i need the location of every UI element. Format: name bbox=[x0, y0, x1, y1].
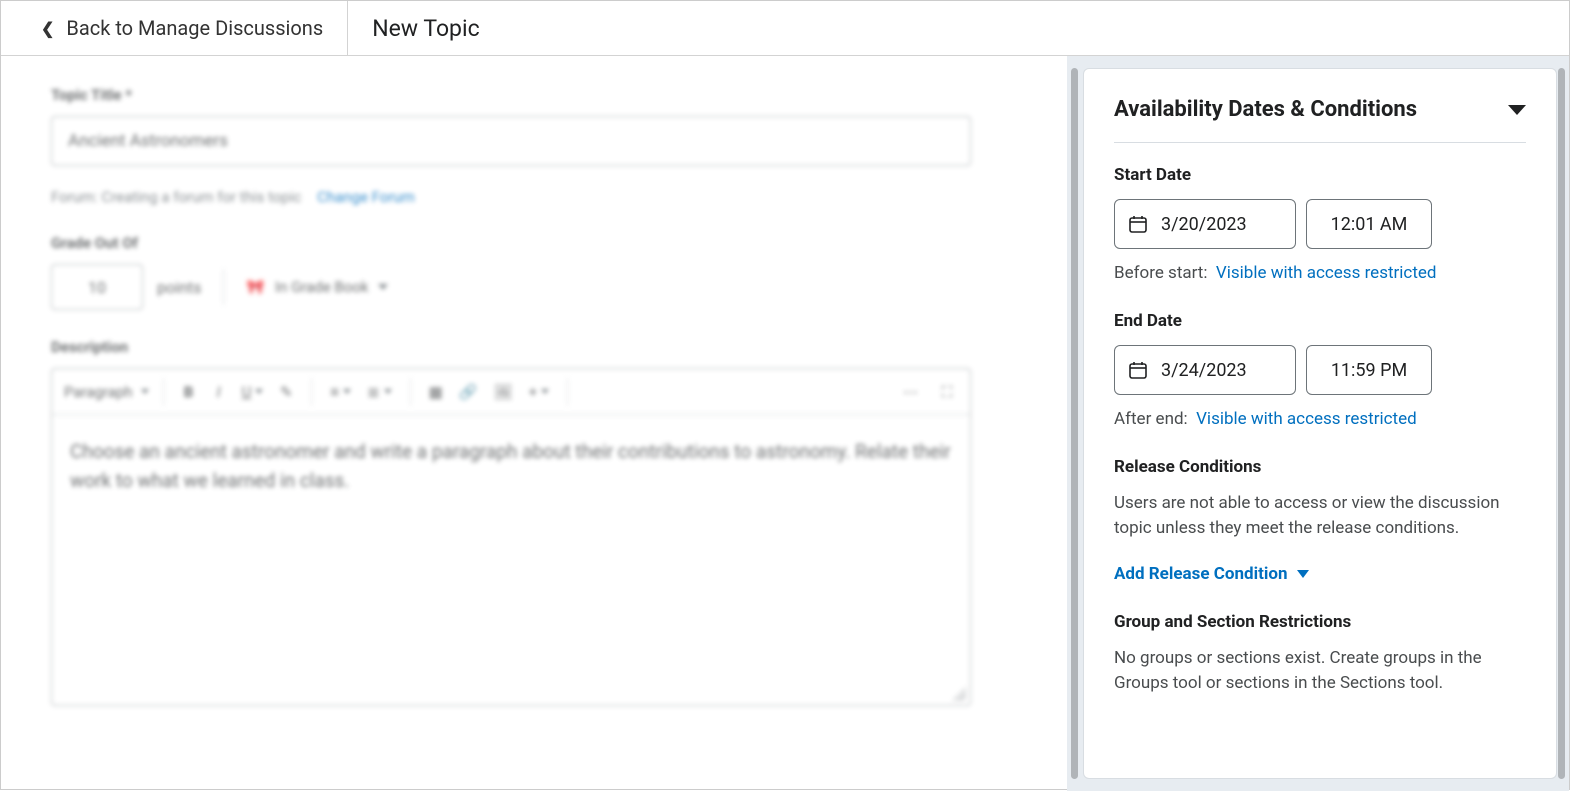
after-end-link[interactable]: Visible with access restricted bbox=[1196, 409, 1417, 429]
chevron-left-icon: ❮ bbox=[41, 19, 54, 38]
before-start-label: Before start: bbox=[1114, 263, 1207, 283]
release-conditions-heading: Release Conditions bbox=[1114, 457, 1526, 477]
separator bbox=[567, 378, 568, 406]
grade-label: Grade Out Of bbox=[51, 234, 1017, 252]
scrollbar[interactable] bbox=[1558, 68, 1565, 779]
page-body: Topic Title * Ancient Astronomers Forum:… bbox=[1, 56, 1569, 791]
add-release-condition-button[interactable]: Add Release Condition bbox=[1114, 564, 1526, 584]
after-end-status: After end: Visible with access restricte… bbox=[1114, 409, 1526, 429]
add-release-label: Add Release Condition bbox=[1114, 564, 1287, 584]
italic-button[interactable]: I bbox=[208, 380, 230, 404]
scrollbar[interactable] bbox=[1071, 68, 1078, 779]
insert-link-button[interactable]: 🔗 bbox=[455, 380, 482, 404]
before-start-status: Before start: Visible with access restri… bbox=[1114, 263, 1526, 283]
rich-text-editor: Paragraph B I U ✎ ≡ ≣ ▦ 🔗 🖼 + ⋯ ⛶ bbox=[51, 368, 971, 706]
bold-button[interactable]: B bbox=[178, 380, 200, 404]
resize-handle[interactable] bbox=[952, 687, 966, 701]
align-button[interactable]: ≡ bbox=[326, 380, 355, 404]
chevron-down-icon bbox=[541, 389, 549, 394]
after-end-label: After end: bbox=[1114, 409, 1188, 429]
before-start-link[interactable]: Visible with access restricted bbox=[1216, 263, 1437, 283]
divider bbox=[223, 269, 224, 305]
editor-body-text: Choose an ancient astronomer and write a… bbox=[70, 440, 951, 492]
group-restrictions-heading: Group and Section Restrictions bbox=[1114, 612, 1526, 632]
release-conditions-desc: Users are not able to access or view the… bbox=[1114, 491, 1526, 540]
forum-text: Forum: Creating a forum for this topic bbox=[51, 188, 301, 206]
end-time-value: 11:59 PM bbox=[1331, 360, 1407, 381]
end-date-input[interactable]: 3/24/2023 bbox=[1114, 345, 1296, 395]
chevron-down-icon bbox=[384, 389, 392, 394]
group-restrictions-desc: No groups or sections exist. Create grou… bbox=[1114, 646, 1526, 695]
end-date-label: End Date bbox=[1114, 311, 1526, 331]
separator bbox=[410, 378, 411, 406]
start-date-row: 3/20/2023 12:01 AM bbox=[1114, 199, 1526, 249]
chevron-down-icon bbox=[343, 389, 351, 394]
editor-toolbar: Paragraph B I U ✎ ≡ ≣ ▦ 🔗 🖼 + ⋯ ⛶ bbox=[52, 369, 970, 415]
topic-title-label: Topic Title * bbox=[51, 86, 1017, 104]
start-time-value: 12:01 AM bbox=[1331, 214, 1408, 235]
end-time-input[interactable]: 11:59 PM bbox=[1306, 345, 1432, 395]
start-date-value: 3/20/2023 bbox=[1161, 214, 1247, 235]
change-forum-link[interactable]: Change Forum bbox=[317, 188, 415, 206]
chevron-down-icon bbox=[378, 284, 388, 290]
separator bbox=[163, 378, 164, 406]
topic-title-value: Ancient Astronomers bbox=[68, 131, 228, 151]
insert-image-button[interactable]: 🖼 bbox=[490, 380, 517, 404]
right-rail: Availability Dates & Conditions Start Da… bbox=[1067, 56, 1569, 791]
main-form-area: Topic Title * Ancient Astronomers Forum:… bbox=[1, 56, 1067, 791]
start-time-input[interactable]: 12:01 AM bbox=[1306, 199, 1432, 249]
calendar-icon bbox=[1129, 361, 1147, 379]
chevron-down-icon bbox=[1508, 105, 1526, 115]
separator bbox=[311, 378, 312, 406]
fullscreen-button[interactable]: ⛶ bbox=[936, 380, 958, 404]
chevron-down-icon bbox=[1297, 570, 1309, 578]
paragraph-style-select[interactable]: Paragraph bbox=[64, 383, 149, 401]
end-date-row: 3/24/2023 11:59 PM bbox=[1114, 345, 1526, 395]
in-gradebook-dropdown[interactable]: 🎀 In Grade Book bbox=[246, 278, 388, 296]
underline-button[interactable]: U bbox=[238, 380, 268, 404]
chevron-down-icon bbox=[255, 389, 263, 394]
in-gradebook-label: In Grade Book bbox=[275, 278, 368, 296]
forum-line: Forum: Creating a forum for this topic C… bbox=[51, 188, 1017, 206]
back-link[interactable]: ❮ Back to Manage Discussions bbox=[1, 1, 348, 55]
topic-title-input[interactable]: Ancient Astronomers bbox=[51, 116, 971, 166]
ribbon-icon: 🎀 bbox=[246, 278, 265, 296]
list-button[interactable]: ≣ bbox=[363, 380, 396, 404]
header-bar: ❮ Back to Manage Discussions New Topic bbox=[1, 1, 1569, 56]
calendar-icon bbox=[1129, 215, 1147, 233]
end-date-value: 3/24/2023 bbox=[1161, 360, 1247, 381]
back-label: Back to Manage Discussions bbox=[66, 16, 323, 40]
chevron-down-icon bbox=[141, 389, 149, 394]
editor-content[interactable]: Choose an ancient astronomer and write a… bbox=[52, 415, 970, 705]
availability-panel-header[interactable]: Availability Dates & Conditions bbox=[1114, 97, 1526, 143]
points-suffix: points bbox=[157, 278, 201, 297]
availability-title: Availability Dates & Conditions bbox=[1114, 97, 1417, 122]
start-date-input[interactable]: 3/20/2023 bbox=[1114, 199, 1296, 249]
text-color-button[interactable]: ✎ bbox=[275, 380, 297, 404]
more-button[interactable]: ⋯ bbox=[899, 380, 922, 404]
insert-stuff-button[interactable]: ▦ bbox=[425, 380, 447, 404]
points-input[interactable]: 10 bbox=[51, 264, 143, 310]
description-label: Description bbox=[51, 338, 1017, 356]
grade-row: 10 points 🎀 In Grade Book bbox=[51, 264, 1017, 310]
start-date-label: Start Date bbox=[1114, 165, 1526, 185]
availability-panel: Availability Dates & Conditions Start Da… bbox=[1083, 68, 1557, 779]
page-title: New Topic bbox=[348, 1, 503, 55]
insert-plus-button[interactable]: + bbox=[525, 380, 554, 404]
